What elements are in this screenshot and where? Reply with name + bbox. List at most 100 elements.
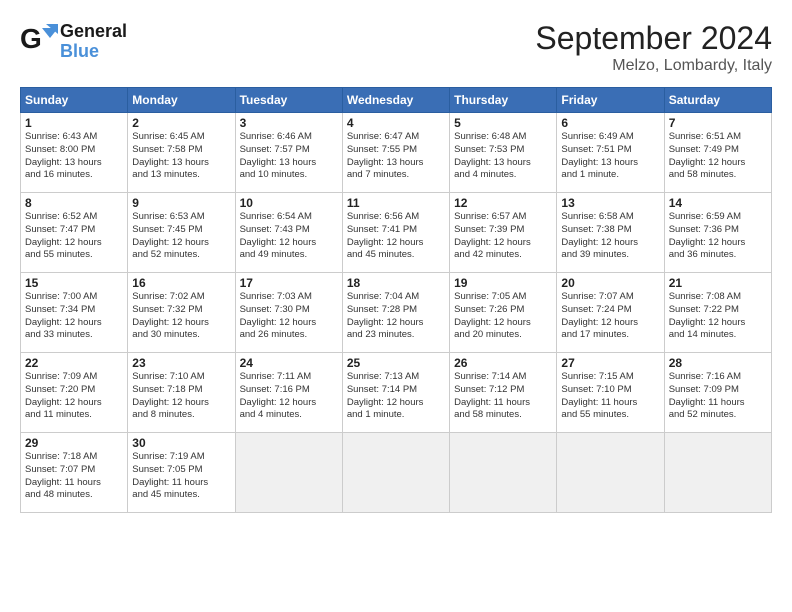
day-number: 27 <box>561 356 659 370</box>
calendar-cell <box>664 433 771 513</box>
calendar-cell: 12Sunrise: 6:57 AM Sunset: 7:39 PM Dayli… <box>450 193 557 273</box>
day-detail: Sunrise: 7:16 AM Sunset: 7:09 PM Dayligh… <box>669 371 767 422</box>
title-block: September 2024 Melzo, Lombardy, Italy <box>535 20 772 75</box>
calendar-cell: 6Sunrise: 6:49 AM Sunset: 7:51 PM Daylig… <box>557 113 664 193</box>
day-detail: Sunrise: 7:05 AM Sunset: 7:26 PM Dayligh… <box>454 291 552 342</box>
day-number: 14 <box>669 196 767 210</box>
day-detail: Sunrise: 7:19 AM Sunset: 7:05 PM Dayligh… <box>132 451 230 502</box>
day-detail: Sunrise: 7:00 AM Sunset: 7:34 PM Dayligh… <box>25 291 123 342</box>
day-number: 15 <box>25 276 123 290</box>
calendar-cell: 23Sunrise: 7:10 AM Sunset: 7:18 PM Dayli… <box>128 353 235 433</box>
header-tuesday: Tuesday <box>235 88 342 113</box>
day-number: 28 <box>669 356 767 370</box>
calendar-cell: 28Sunrise: 7:16 AM Sunset: 7:09 PM Dayli… <box>664 353 771 433</box>
day-detail: Sunrise: 7:09 AM Sunset: 7:20 PM Dayligh… <box>25 371 123 422</box>
day-number: 3 <box>240 116 338 130</box>
day-detail: Sunrise: 6:56 AM Sunset: 7:41 PM Dayligh… <box>347 211 445 262</box>
day-detail: Sunrise: 7:11 AM Sunset: 7:16 PM Dayligh… <box>240 371 338 422</box>
calendar-cell: 7Sunrise: 6:51 AM Sunset: 7:49 PM Daylig… <box>664 113 771 193</box>
page: G General Blue September 2024 Melzo, Lom… <box>0 0 792 612</box>
day-number: 9 <box>132 196 230 210</box>
calendar-header-row: Sunday Monday Tuesday Wednesday Thursday… <box>21 88 772 113</box>
day-number: 30 <box>132 436 230 450</box>
calendar-cell: 29Sunrise: 7:18 AM Sunset: 7:07 PM Dayli… <box>21 433 128 513</box>
calendar-cell: 1Sunrise: 6:43 AM Sunset: 8:00 PM Daylig… <box>21 113 128 193</box>
month-title: September 2024 <box>535 20 772 57</box>
calendar-cell: 10Sunrise: 6:54 AM Sunset: 7:43 PM Dayli… <box>235 193 342 273</box>
day-number: 13 <box>561 196 659 210</box>
day-detail: Sunrise: 6:46 AM Sunset: 7:57 PM Dayligh… <box>240 131 338 182</box>
day-number: 2 <box>132 116 230 130</box>
day-detail: Sunrise: 7:04 AM Sunset: 7:28 PM Dayligh… <box>347 291 445 342</box>
day-detail: Sunrise: 6:57 AM Sunset: 7:39 PM Dayligh… <box>454 211 552 262</box>
day-detail: Sunrise: 7:14 AM Sunset: 7:12 PM Dayligh… <box>454 371 552 422</box>
day-number: 21 <box>669 276 767 290</box>
day-number: 26 <box>454 356 552 370</box>
header-thursday: Thursday <box>450 88 557 113</box>
calendar-table: Sunday Monday Tuesday Wednesday Thursday… <box>20 87 772 513</box>
calendar-cell: 14Sunrise: 6:59 AM Sunset: 7:36 PM Dayli… <box>664 193 771 273</box>
day-number: 19 <box>454 276 552 290</box>
calendar-cell: 20Sunrise: 7:07 AM Sunset: 7:24 PM Dayli… <box>557 273 664 353</box>
header-saturday: Saturday <box>664 88 771 113</box>
day-number: 7 <box>669 116 767 130</box>
calendar-cell: 5Sunrise: 6:48 AM Sunset: 7:53 PM Daylig… <box>450 113 557 193</box>
calendar-cell: 25Sunrise: 7:13 AM Sunset: 7:14 PM Dayli… <box>342 353 449 433</box>
day-number: 16 <box>132 276 230 290</box>
calendar-cell <box>342 433 449 513</box>
location-subtitle: Melzo, Lombardy, Italy <box>535 57 772 75</box>
day-detail: Sunrise: 6:54 AM Sunset: 7:43 PM Dayligh… <box>240 211 338 262</box>
day-detail: Sunrise: 6:45 AM Sunset: 7:58 PM Dayligh… <box>132 131 230 182</box>
day-detail: Sunrise: 6:52 AM Sunset: 7:47 PM Dayligh… <box>25 211 123 262</box>
logo: G General Blue <box>20 20 127 63</box>
header: G General Blue September 2024 Melzo, Lom… <box>20 20 772 75</box>
day-number: 25 <box>347 356 445 370</box>
calendar-cell: 27Sunrise: 7:15 AM Sunset: 7:10 PM Dayli… <box>557 353 664 433</box>
day-number: 17 <box>240 276 338 290</box>
logo-icon: G <box>20 20 58 58</box>
day-detail: Sunrise: 6:47 AM Sunset: 7:55 PM Dayligh… <box>347 131 445 182</box>
calendar-cell: 22Sunrise: 7:09 AM Sunset: 7:20 PM Dayli… <box>21 353 128 433</box>
day-number: 22 <box>25 356 123 370</box>
calendar-row: 22Sunrise: 7:09 AM Sunset: 7:20 PM Dayli… <box>21 353 772 433</box>
calendar-cell: 9Sunrise: 6:53 AM Sunset: 7:45 PM Daylig… <box>128 193 235 273</box>
day-detail: Sunrise: 7:15 AM Sunset: 7:10 PM Dayligh… <box>561 371 659 422</box>
header-sunday: Sunday <box>21 88 128 113</box>
calendar-cell: 21Sunrise: 7:08 AM Sunset: 7:22 PM Dayli… <box>664 273 771 353</box>
calendar-cell: 17Sunrise: 7:03 AM Sunset: 7:30 PM Dayli… <box>235 273 342 353</box>
calendar-cell: 15Sunrise: 7:00 AM Sunset: 7:34 PM Dayli… <box>21 273 128 353</box>
day-detail: Sunrise: 7:18 AM Sunset: 7:07 PM Dayligh… <box>25 451 123 502</box>
day-number: 29 <box>25 436 123 450</box>
calendar-cell: 2Sunrise: 6:45 AM Sunset: 7:58 PM Daylig… <box>128 113 235 193</box>
calendar-row: 8Sunrise: 6:52 AM Sunset: 7:47 PM Daylig… <box>21 193 772 273</box>
day-detail: Sunrise: 6:49 AM Sunset: 7:51 PM Dayligh… <box>561 131 659 182</box>
day-number: 11 <box>347 196 445 210</box>
day-detail: Sunrise: 6:51 AM Sunset: 7:49 PM Dayligh… <box>669 131 767 182</box>
day-detail: Sunrise: 6:48 AM Sunset: 7:53 PM Dayligh… <box>454 131 552 182</box>
day-number: 20 <box>561 276 659 290</box>
day-number: 6 <box>561 116 659 130</box>
calendar-cell: 3Sunrise: 6:46 AM Sunset: 7:57 PM Daylig… <box>235 113 342 193</box>
day-number: 4 <box>347 116 445 130</box>
day-number: 5 <box>454 116 552 130</box>
day-detail: Sunrise: 7:13 AM Sunset: 7:14 PM Dayligh… <box>347 371 445 422</box>
calendar-cell: 4Sunrise: 6:47 AM Sunset: 7:55 PM Daylig… <box>342 113 449 193</box>
calendar-cell: 13Sunrise: 6:58 AM Sunset: 7:38 PM Dayli… <box>557 193 664 273</box>
day-detail: Sunrise: 6:53 AM Sunset: 7:45 PM Dayligh… <box>132 211 230 262</box>
day-detail: Sunrise: 7:10 AM Sunset: 7:18 PM Dayligh… <box>132 371 230 422</box>
calendar-cell: 24Sunrise: 7:11 AM Sunset: 7:16 PM Dayli… <box>235 353 342 433</box>
calendar-cell <box>450 433 557 513</box>
svg-text:G: G <box>20 23 42 54</box>
day-number: 23 <box>132 356 230 370</box>
calendar-cell: 19Sunrise: 7:05 AM Sunset: 7:26 PM Dayli… <box>450 273 557 353</box>
day-detail: Sunrise: 7:08 AM Sunset: 7:22 PM Dayligh… <box>669 291 767 342</box>
day-number: 1 <box>25 116 123 130</box>
day-number: 10 <box>240 196 338 210</box>
calendar-row: 15Sunrise: 7:00 AM Sunset: 7:34 PM Dayli… <box>21 273 772 353</box>
logo-general: General <box>60 22 127 42</box>
day-number: 12 <box>454 196 552 210</box>
calendar-cell: 18Sunrise: 7:04 AM Sunset: 7:28 PM Dayli… <box>342 273 449 353</box>
day-detail: Sunrise: 6:43 AM Sunset: 8:00 PM Dayligh… <box>25 131 123 182</box>
calendar-cell: 11Sunrise: 6:56 AM Sunset: 7:41 PM Dayli… <box>342 193 449 273</box>
logo-blue: Blue <box>60 42 127 62</box>
